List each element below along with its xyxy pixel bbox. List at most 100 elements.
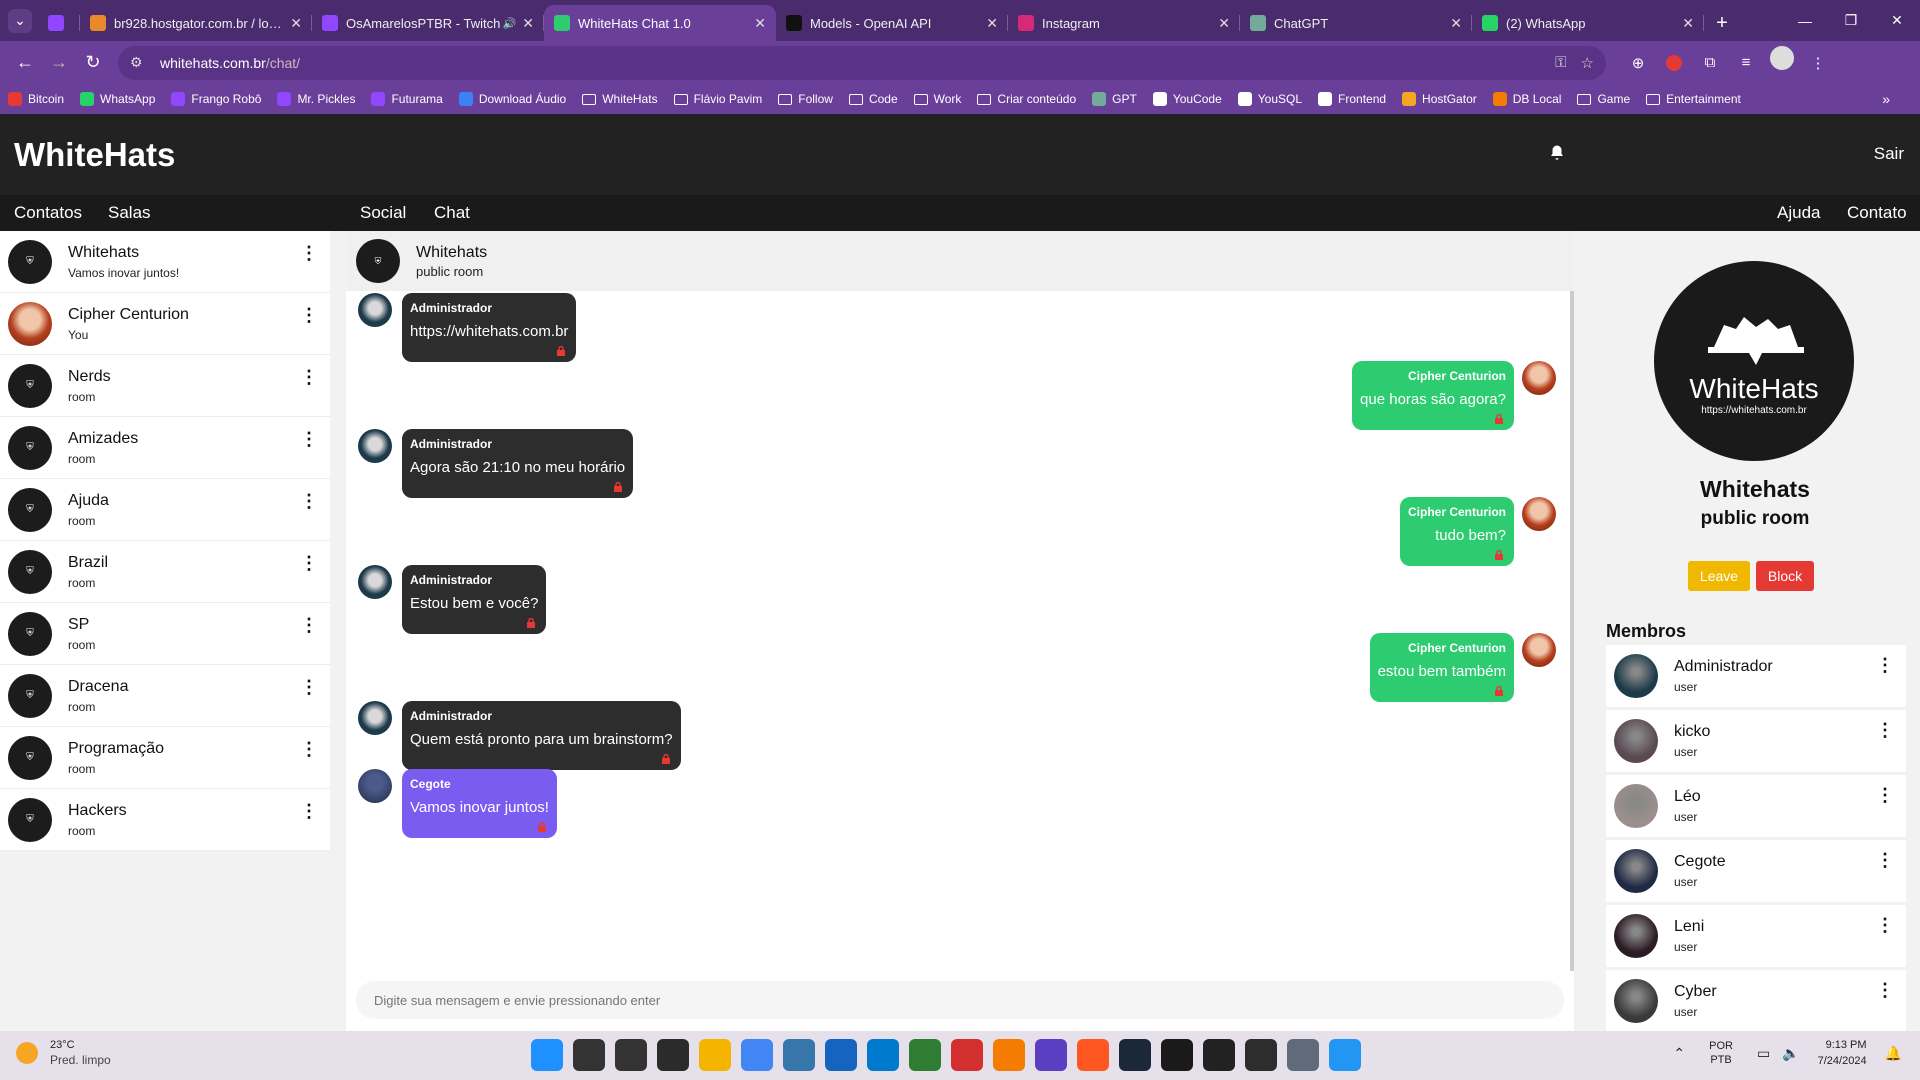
bookmark-item[interactable]: Bitcoin [8,92,64,106]
notification-bell-icon[interactable]: 🔔 [1885,1045,1902,1062]
contact-item[interactable]: ⛨ Nerds room ⋮ [0,355,330,417]
browser-tab[interactable] [40,5,80,41]
contact-item[interactable]: ⛨ Brazil room ⋮ [0,541,330,603]
bookmark-item[interactable]: Work [913,92,961,106]
nav-salas[interactable]: Salas [108,203,151,223]
media-control-icon[interactable]: ≡ [1728,46,1764,80]
tab-close-icon[interactable]: ✕ [986,15,998,32]
taskbar-app-icon[interactable] [1245,1039,1277,1071]
taskbar-app-icon[interactable] [867,1039,899,1071]
bell-icon[interactable] [1548,144,1566,162]
bookmark-item[interactable]: Follow [778,92,833,106]
taskbar-app-icon[interactable] [1035,1039,1067,1071]
new-tab-button[interactable]: + [1704,5,1740,41]
nav-contato[interactable]: Contato [1847,203,1907,223]
key-icon[interactable]: ⚿ [1555,54,1566,71]
nav-contatos[interactable]: Contatos [14,203,82,223]
taskbar-app-icon[interactable] [1119,1039,1151,1071]
contact-item[interactable]: ⛨ SP room ⋮ [0,603,330,665]
close-window-button[interactable]: ✕ [1874,0,1920,41]
weather-widget[interactable]: 23°C Pred. limpo [16,1039,111,1067]
taskbar-app-icon[interactable] [909,1039,941,1071]
plus-extension-icon[interactable]: ⊕ [1620,46,1656,80]
kebab-menu-icon[interactable]: ⋮ [1876,655,1894,676]
bookmark-item[interactable]: WhiteHats [582,92,658,106]
kebab-menu-icon[interactable]: ⋮ [300,615,318,636]
brand-logo[interactable]: WhiteHats [14,136,175,174]
windows-start-icon[interactable] [531,1039,563,1071]
tab-audio-icon[interactable]: 🔊 [503,17,517,30]
member-item[interactable]: Léo user ⋮ [1606,775,1906,837]
kebab-menu-icon[interactable]: ⋮ [300,305,318,326]
nav-chat[interactable]: Chat [434,203,470,223]
tab-close-icon[interactable]: ✕ [754,15,766,32]
contact-item[interactable]: Cipher Centurion You ⋮ [0,293,330,355]
contact-item[interactable]: ⛨ Amizades room ⋮ [0,417,330,479]
bookmark-item[interactable]: HostGator [1402,92,1477,106]
tray-chevron-icon[interactable]: ⌃ [1673,1045,1685,1062]
taskbar-app-icon[interactable] [1077,1039,1109,1071]
star-icon[interactable]: ☆ [1581,54,1594,72]
message-list[interactable]: Administrador https://whitehats.com.br Cip… [346,291,1574,971]
member-item[interactable]: kicko user ⋮ [1606,710,1906,772]
taskbar-app-icon[interactable] [699,1039,731,1071]
url-input[interactable]: ⚙ whitehats.com.br/chat/ ⚿ ☆ [118,45,1606,80]
tab-close-icon[interactable]: ✕ [1682,15,1694,32]
bookmark-item[interactable]: Entertainment [1646,92,1741,106]
nav-social[interactable]: Social [360,203,406,223]
nav-ajuda[interactable]: Ajuda [1777,203,1820,223]
taskbar-app-icon[interactable] [573,1039,605,1071]
contact-item[interactable]: ⛨ Hackers room ⋮ [0,789,330,851]
browser-tab[interactable]: ChatGPT ✕ [1240,5,1472,41]
kebab-menu-icon[interactable]: ⋮ [1876,785,1894,806]
more-menu-icon[interactable]: ⋮ [1800,46,1836,80]
bookmark-item[interactable]: WhatsApp [80,92,155,106]
bookmarks-overflow-icon[interactable]: » [1882,91,1890,107]
volume-icon[interactable]: 🔈 [1782,1045,1799,1062]
kebab-menu-icon[interactable]: ⋮ [1876,720,1894,741]
kebab-menu-icon[interactable]: ⋮ [300,243,318,264]
message-author-avatar[interactable] [358,701,392,735]
network-icon[interactable]: ▭ [1757,1045,1770,1062]
kebab-menu-icon[interactable]: ⋮ [300,429,318,450]
tab-close-icon[interactable]: ✕ [290,15,302,32]
kebab-menu-icon[interactable]: ⋮ [300,367,318,388]
kebab-menu-icon[interactable]: ⋮ [300,491,318,512]
back-button[interactable]: ← [8,46,42,80]
browser-tab[interactable]: OsAmarelosPTBR - Twitch 🔊 ✕ [312,5,544,41]
tab-search-button[interactable]: ⌄ [0,0,40,41]
block-button[interactable]: Block [1756,561,1814,591]
bookmark-item[interactable]: Mr. Pickles [277,92,355,106]
clock[interactable]: 9:13 PM 7/24/2024 [1818,1037,1867,1069]
taskbar-app-icon[interactable] [1329,1039,1361,1071]
bookmark-item[interactable]: YouSQL [1237,92,1302,106]
puzzle-icon[interactable]: ⧉ [1692,46,1728,80]
member-item[interactable]: Cyber user ⋮ [1606,970,1906,1032]
leave-button[interactable]: Leave [1688,561,1750,591]
tab-close-icon[interactable]: ✕ [1218,15,1230,32]
bookmark-item[interactable]: GPT [1092,92,1137,106]
contact-item[interactable]: ⛨ Dracena room ⋮ [0,665,330,727]
kebab-menu-icon[interactable]: ⋮ [300,553,318,574]
member-item[interactable]: Administrador user ⋮ [1606,645,1906,707]
contact-item[interactable]: ⛨ Programação room ⋮ [0,727,330,789]
tab-close-icon[interactable]: ✕ [522,15,534,32]
message-input[interactable] [356,981,1564,1019]
chat-scrollbar[interactable] [1570,291,1574,971]
minimize-button[interactable]: — [1782,0,1828,41]
bookmark-item[interactable]: Frango Robô [171,92,261,106]
bookmark-item[interactable]: YouCode [1152,92,1222,106]
bookmark-item[interactable]: DB Local [1492,92,1561,106]
browser-tab[interactable]: Models - OpenAI API ✕ [776,5,1008,41]
member-item[interactable]: Leni user ⋮ [1606,905,1906,967]
browser-tab[interactable]: Instagram ✕ [1008,5,1240,41]
taskbar-app-icon[interactable] [825,1039,857,1071]
taskbar-app-icon[interactable] [783,1039,815,1071]
profile-avatar[interactable] [1770,45,1794,70]
taskbar-app-icon[interactable] [1287,1039,1319,1071]
tab-close-icon[interactable]: ✕ [1450,15,1462,32]
kebab-menu-icon[interactable]: ⋮ [1876,915,1894,936]
bookmark-item[interactable]: Game [1577,92,1630,106]
kebab-menu-icon[interactable]: ⋮ [1876,850,1894,871]
bookmark-item[interactable]: Code [848,92,898,106]
